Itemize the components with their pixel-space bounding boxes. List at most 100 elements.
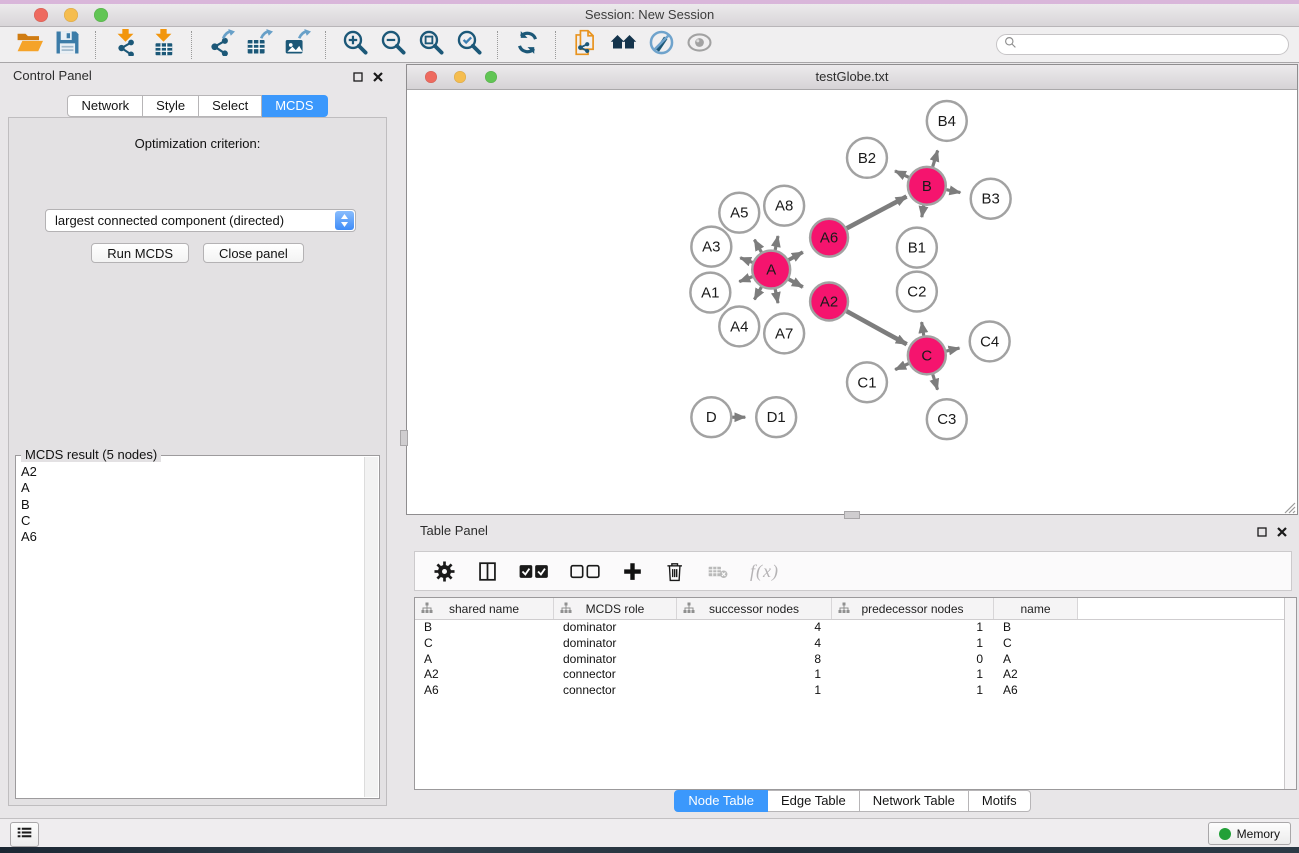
tab-style[interactable]: Style [143, 95, 199, 117]
tab-network[interactable]: Network [67, 95, 143, 117]
task-history-button[interactable] [10, 822, 39, 847]
resize-grip-icon[interactable] [1284, 501, 1296, 513]
export-table-button[interactable] [240, 29, 278, 61]
zoom-fit-button[interactable] [412, 29, 450, 61]
chevron-updown-icon[interactable] [335, 211, 354, 230]
edge-B-B2[interactable] [895, 171, 909, 177]
network-close-button[interactable] [425, 71, 437, 83]
show-columns-button[interactable] [476, 559, 498, 583]
column-header-mcds-role[interactable]: MCDS role [554, 598, 677, 619]
node-label-C2: C2 [907, 284, 926, 301]
zoom-window-button[interactable] [94, 8, 108, 22]
control-panel-titlebar: Control Panel [4, 66, 391, 90]
table-scrollbar[interactable] [1284, 598, 1296, 790]
divider-grip-horizontal[interactable] [844, 511, 860, 519]
mcds-result-item[interactable]: A2 [21, 464, 379, 480]
edge-B-B4[interactable] [933, 150, 938, 166]
export-image-button[interactable] [278, 29, 316, 61]
import-network-button[interactable] [106, 29, 144, 61]
table-options-button[interactable] [433, 559, 455, 583]
table-tab-network-table[interactable]: Network Table [860, 790, 969, 812]
edge-A6-B[interactable] [847, 197, 907, 229]
divider-grip[interactable] [400, 430, 408, 446]
edge-A-A3[interactable] [740, 258, 752, 263]
network-zoom-button[interactable] [485, 71, 497, 83]
home-button[interactable] [604, 29, 642, 61]
search-field[interactable] [996, 34, 1289, 55]
minimize-window-button[interactable] [64, 8, 78, 22]
table-row[interactable]: Adominator80A [415, 652, 1296, 668]
edge-A-A4[interactable] [754, 287, 761, 299]
network-graph[interactable]: A5A8A3A1A4A7AA6A2BB2B4B3B1CC2C4C1C3DD1 [407, 90, 1297, 514]
edge-C-C4[interactable] [946, 348, 959, 351]
zoom-out-button[interactable] [374, 29, 412, 61]
hide-details-icon [648, 29, 675, 61]
hide-graphics-details-button[interactable] [642, 29, 680, 61]
mcds-result-item[interactable]: B [21, 497, 379, 513]
desktop-strip-bottom [0, 847, 1299, 853]
network-canvas[interactable]: A5A8A3A1A4A7AA6A2BB2B4B3B1CC2C4C1C3DD1 [407, 90, 1297, 514]
edge-A2-C[interactable] [847, 311, 907, 344]
export-network-button[interactable] [202, 29, 240, 61]
toolbar-separator [95, 31, 97, 59]
network-minimize-button[interactable] [454, 71, 466, 83]
mcds-result-list[interactable]: A2ABCA6 [16, 456, 379, 545]
zoom-in-button[interactable] [336, 29, 374, 61]
edge-A-A8[interactable] [775, 236, 778, 250]
gear-icon [434, 561, 455, 582]
table-row[interactable]: Bdominator41B [415, 620, 1296, 636]
column-header-predecessor-nodes[interactable]: predecessor nodes [832, 598, 994, 619]
table-tab-node-table[interactable]: Node Table [674, 790, 768, 812]
search-input[interactable] [1017, 37, 1288, 53]
edge-A-A7[interactable] [775, 289, 778, 303]
edge-A-A5[interactable] [754, 240, 761, 252]
header-filler [1078, 598, 1284, 619]
new-network-from-selection-button[interactable] [566, 29, 604, 61]
result-scrollbar[interactable] [364, 457, 378, 797]
table-panel: Table Panel f(x) shared nameMCDS rolesuc… [406, 520, 1299, 818]
close-window-button[interactable] [34, 8, 48, 22]
edge-A-A6[interactable] [789, 252, 803, 260]
column-header-shared-name[interactable]: shared name [415, 598, 554, 619]
column-header-successor-nodes[interactable]: successor nodes [677, 598, 832, 619]
memory-label: Memory [1237, 827, 1280, 841]
float-panel-icon[interactable] [353, 72, 363, 82]
criterion-select[interactable]: largest connected component (directed) [45, 209, 356, 232]
add-button[interactable] [621, 559, 643, 583]
table-row[interactable]: A2connector11A2 [415, 667, 1296, 683]
table-tab-edge-table[interactable]: Edge Table [768, 790, 860, 812]
tab-mcds[interactable]: MCDS [262, 95, 327, 117]
edge-B-B3[interactable] [946, 190, 960, 193]
delete-button[interactable] [664, 559, 686, 583]
memory-button[interactable]: Memory [1208, 822, 1291, 845]
edge-C-C2[interactable] [922, 322, 924, 336]
open-session-button[interactable] [10, 29, 48, 61]
table-row[interactable]: Cdominator41C [415, 636, 1296, 652]
edge-C-C1[interactable] [895, 364, 908, 370]
close-panel-button[interactable]: Close panel [203, 243, 304, 263]
edge-B-B1[interactable] [922, 205, 924, 217]
table-row[interactable]: A6connector11A6 [415, 683, 1296, 699]
deselect-all-button[interactable] [570, 559, 600, 583]
tab-select[interactable]: Select [199, 95, 262, 117]
float-panel-icon[interactable] [1257, 527, 1267, 537]
table-tab-motifs[interactable]: Motifs [969, 790, 1031, 812]
tree-icon [560, 602, 572, 614]
mcds-result-item[interactable]: A6 [21, 529, 379, 545]
refresh-button[interactable] [508, 29, 546, 61]
column-header-label: MCDS role [586, 602, 645, 616]
edge-A-A2[interactable] [789, 279, 803, 287]
save-session-button[interactable] [48, 29, 86, 61]
column-header-label: successor nodes [709, 602, 799, 616]
close-panel-icon[interactable] [1277, 527, 1287, 537]
import-table-button[interactable] [144, 29, 182, 61]
close-panel-icon[interactable] [373, 72, 383, 82]
mcds-result-item[interactable]: C [21, 513, 379, 529]
column-header-name[interactable]: name [994, 598, 1078, 619]
edge-C-C3[interactable] [933, 374, 938, 389]
edge-A-A1[interactable] [739, 277, 752, 282]
zoom-selected-button[interactable] [450, 29, 488, 61]
select-all-button[interactable] [519, 559, 549, 583]
run-mcds-button[interactable]: Run MCDS [91, 243, 189, 263]
mcds-result-item[interactable]: A [21, 480, 379, 496]
